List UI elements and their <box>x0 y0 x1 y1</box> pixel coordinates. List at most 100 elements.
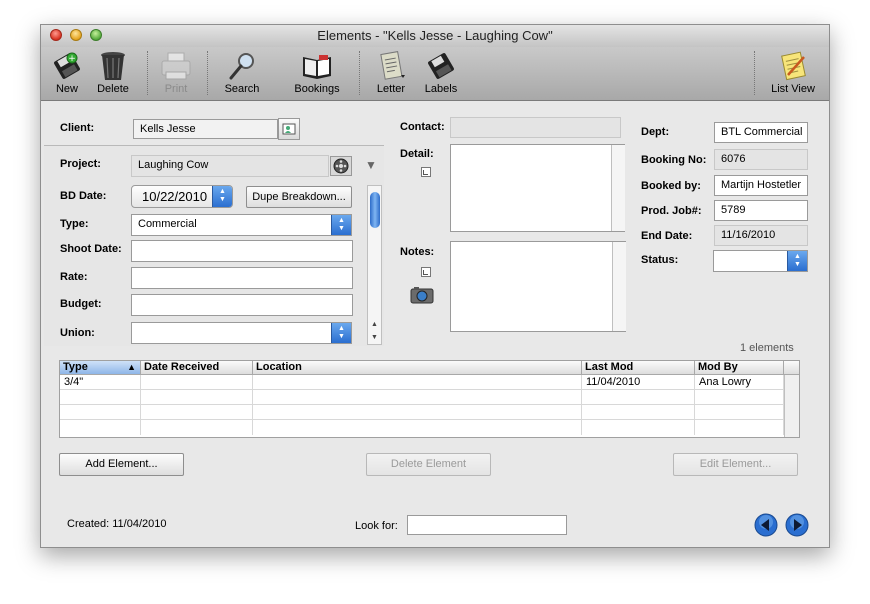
client-lookup-button[interactable] <box>278 118 300 140</box>
table-cell <box>582 420 695 435</box>
panel-collapse-triangle-icon[interactable]: ▼ <box>365 158 377 172</box>
contact-field[interactable] <box>450 117 621 138</box>
contact-card-icon <box>282 123 296 135</box>
detail-textarea[interactable] <box>450 144 625 232</box>
dupe-breakdown-button[interactable]: Dupe Breakdown... <box>246 186 352 208</box>
rate-field[interactable] <box>131 267 353 289</box>
type-label: Type: <box>60 218 89 230</box>
search-button[interactable]: Search <box>221 51 263 95</box>
look-for-input[interactable] <box>407 515 567 535</box>
type-select[interactable]: Commercial ▲ ▼ <box>131 214 352 236</box>
end-date-field: 11/16/2010 <box>714 225 808 246</box>
delete-element-button[interactable]: Delete Element <box>366 453 491 476</box>
status-select[interactable]: ▲ ▼ <box>713 250 808 272</box>
client-field[interactable]: Kells Jesse <box>133 119 278 139</box>
column-header-date-received[interactable]: Date Received <box>141 361 253 375</box>
type-selected-value: Commercial <box>138 218 197 230</box>
new-disk-icon: + <box>54 52 80 79</box>
prod-job-label: Prod. Job#: <box>641 205 702 217</box>
next-record-icon[interactable] <box>785 513 809 537</box>
notes-scrollbar[interactable] <box>612 242 626 331</box>
window-title: Elements - "Kells Jesse - Laughing Cow" <box>317 28 553 43</box>
toolbar-separator <box>147 51 148 95</box>
table-cell <box>582 405 695 420</box>
dept-label: Dept: <box>641 126 670 138</box>
project-browse-button[interactable] <box>330 156 352 176</box>
scrollbar-thumb[interactable] <box>370 192 380 228</box>
booking-no-field: 6076 <box>714 149 808 170</box>
table-cell[interactable]: 11/04/2010 <box>582 375 695 390</box>
created-date-text: Created: 11/04/2010 <box>67 518 167 530</box>
toolbar-separator <box>359 51 360 95</box>
table-scrollbar[interactable] <box>784 375 799 437</box>
union-select[interactable]: ▲ ▼ <box>131 322 352 344</box>
labels-button[interactable]: Labels <box>421 51 461 95</box>
expand-detail-icon[interactable] <box>421 167 431 177</box>
sort-ascending-icon: ▲ <box>127 362 136 372</box>
select-arrows-icon[interactable]: ▲ ▼ <box>331 323 351 343</box>
bd-date-label: BD Date: <box>60 190 107 202</box>
edit-element-button[interactable]: Edit Element... <box>673 453 798 476</box>
camera-icon[interactable] <box>410 286 434 304</box>
table-cell[interactable]: Ana Lowry <box>695 375 784 390</box>
expand-notes-icon[interactable] <box>421 267 431 277</box>
detail-label: Detail: <box>400 148 434 160</box>
table-cell[interactable] <box>253 375 582 390</box>
select-arrows-icon[interactable]: ▲ ▼ <box>331 215 351 235</box>
budget-field[interactable] <box>131 294 353 316</box>
column-header-last-mod[interactable]: Last Mod <box>582 361 695 375</box>
bookings-button[interactable]: Bookings <box>289 51 345 95</box>
add-element-button[interactable]: Add Element... <box>59 453 184 476</box>
column-header-type[interactable]: Type ▲ <box>60 361 141 375</box>
letter-button[interactable]: Letter <box>371 51 411 95</box>
table-cell <box>695 420 784 435</box>
scroll-down-arrow-icon[interactable]: ▼ <box>371 334 378 341</box>
notes-textarea[interactable] <box>450 241 626 332</box>
look-for-label: Look for: <box>355 520 398 532</box>
table-cell[interactable] <box>141 375 253 390</box>
dept-field[interactable]: BTL Commercial <box>714 122 808 143</box>
panel-scrollbar[interactable]: ▲ ▼ <box>367 185 382 345</box>
stepper-arrows-icon[interactable]: ▲ ▼ <box>212 186 232 207</box>
project-field[interactable]: Laughing Cow <box>131 155 329 177</box>
table-cell <box>60 390 141 405</box>
column-header-label: Type <box>63 361 88 373</box>
table-cell <box>60 420 141 435</box>
scroll-up-arrow-icon[interactable]: ▲ <box>371 321 378 328</box>
shoot-date-label: Shoot Date: <box>60 243 122 255</box>
table-cell <box>582 390 695 405</box>
table-cell[interactable]: 3/4" <box>60 375 141 390</box>
letter-document-icon <box>380 51 405 80</box>
end-date-label: End Date: <box>641 230 693 242</box>
notes-label: Notes: <box>400 246 435 258</box>
calendar-book-icon <box>303 55 331 79</box>
svg-text:+: + <box>68 54 76 64</box>
bd-date-stepper[interactable]: 10/22/2010 ▲ ▼ <box>131 185 233 208</box>
list-view-button[interactable]: List View <box>765 51 821 95</box>
booked-by-field[interactable]: Martijn Hostetler <box>714 175 808 196</box>
table-cell <box>60 405 141 420</box>
notepad-pencil-icon <box>781 51 806 81</box>
table-cell <box>253 420 582 435</box>
table-cell <box>141 390 253 405</box>
previous-record-icon[interactable] <box>754 513 778 537</box>
delete-button[interactable]: Delete <box>95 51 131 95</box>
print-button[interactable]: Print <box>155 51 197 95</box>
film-reel-icon <box>333 158 349 174</box>
column-header-mod-by[interactable]: Mod By <box>695 361 784 375</box>
shoot-date-field[interactable] <box>131 240 353 262</box>
new-button[interactable]: + New <box>49 51 85 95</box>
column-header-location[interactable]: Location <box>253 361 582 375</box>
toolbar: + New Delete Print Search Bookings Lette… <box>41 47 829 101</box>
booking-no-label: Booking No: <box>641 154 707 166</box>
table-cell <box>141 405 253 420</box>
elements-table: Type ▲ Date Received Location Last Mod M… <box>59 360 800 438</box>
detail-scrollbar[interactable] <box>611 145 625 231</box>
project-label: Project: <box>60 158 101 170</box>
trash-can-icon <box>101 52 125 80</box>
booked-by-label: Booked by: <box>641 180 701 192</box>
prod-job-field[interactable]: 5789 <box>714 200 808 221</box>
select-arrows-icon[interactable]: ▲ ▼ <box>787 251 807 271</box>
budget-label: Budget: <box>60 298 102 310</box>
printer-icon <box>161 52 191 80</box>
